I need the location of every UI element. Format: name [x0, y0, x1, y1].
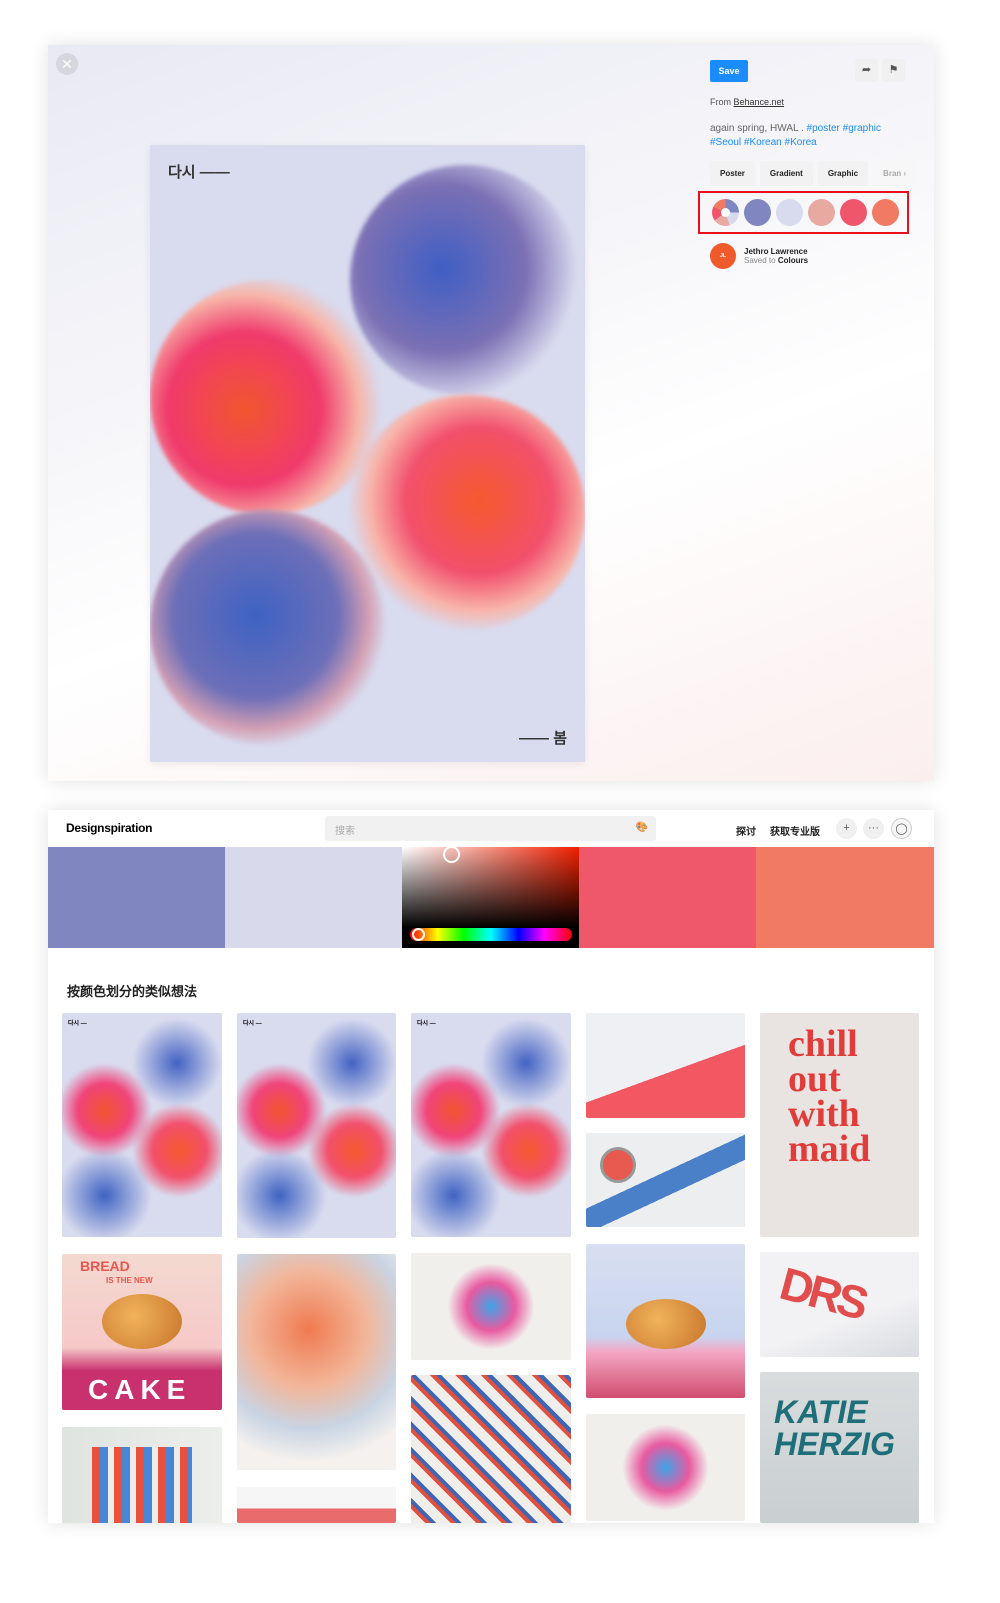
designspiration-page: Designspiration 搜索 🎨 探讨 获取专业版 + ··· ◯ 按颜色… [48, 810, 934, 1523]
tile-text: KATIE HERZIG [774, 1394, 895, 1462]
from-label: From [710, 97, 731, 107]
picker-knob[interactable] [443, 846, 460, 863]
tile-text: BREAD [80, 1258, 130, 1274]
user-avatar-icon[interactable]: ◯ [891, 818, 912, 839]
tile-text: IS THE NEW [106, 1276, 153, 1285]
description-text: again spring, HWAL . [710, 123, 804, 134]
color-strip[interactable] [225, 847, 402, 948]
image-tile[interactable] [586, 1133, 745, 1227]
color-strip[interactable] [48, 847, 225, 948]
poster-image: 다시 —— —— 봄 [150, 145, 585, 762]
saved-by: JL Jethro Lawrence Saved to Colours [710, 243, 808, 269]
image-tile[interactable] [237, 1487, 396, 1523]
image-tile[interactable] [411, 1375, 571, 1523]
source-line: From Behance.net [710, 97, 784, 107]
chip-brand[interactable]: Bran › [873, 161, 917, 186]
hashtags[interactable]: #Seoul #Korean #Korea [710, 137, 817, 148]
image-tile[interactable]: chill out with maid [760, 1013, 919, 1237]
nav-explore[interactable]: 探讨 [736, 823, 756, 838]
image-tile[interactable]: 다시 — [237, 1013, 396, 1238]
pin-description: again spring, HWAL . #poster #graphic #Se… [710, 122, 910, 150]
palette-swatch[interactable] [744, 199, 771, 226]
color-picker[interactable] [402, 846, 579, 948]
palette-swatch[interactable] [776, 199, 803, 226]
tile-text: 다시 — [68, 1021, 87, 1027]
hashtags[interactable]: #poster #graphic [807, 123, 882, 134]
section-title: 按颜色划分的类似想法 [67, 984, 198, 999]
palette-pie-icon[interactable] [712, 199, 739, 226]
board-link[interactable]: Colours [778, 256, 808, 265]
logo[interactable]: Designspiration [66, 821, 152, 835]
color-palette [698, 191, 909, 234]
nav-get-pro[interactable]: 获取专业版 [770, 823, 820, 838]
image-tile[interactable] [586, 1244, 745, 1398]
palette-swatch[interactable] [872, 199, 899, 226]
source-link[interactable]: Behance.net [734, 97, 785, 107]
image-tile[interactable] [586, 1013, 745, 1118]
chip-gradient[interactable]: Gradient [759, 161, 813, 186]
save-button[interactable]: Save [710, 60, 748, 82]
search-input[interactable]: 搜索 🎨 [325, 816, 656, 841]
search-placeholder: 搜索 [335, 826, 355, 837]
color-strip[interactable] [579, 847, 756, 948]
flag-icon[interactable]: ⚑ [882, 59, 905, 82]
chevron-right-icon[interactable]: › [904, 169, 907, 178]
tile-text: 다시 — [417, 1021, 436, 1027]
tile-text: 다시 — [243, 1021, 262, 1027]
tile-text: CAKE [88, 1374, 192, 1405]
color-strip[interactable] [756, 847, 934, 948]
saved-prefix: Saved to [744, 256, 776, 265]
image-tile[interactable] [62, 1427, 222, 1523]
palette-icon[interactable]: 🎨 [636, 822, 648, 833]
chip-graphic[interactable]: Graphic [817, 161, 869, 186]
chip-label: Bran [883, 169, 902, 178]
image-tile[interactable]: DRS [760, 1252, 919, 1357]
palette-swatch[interactable] [840, 199, 867, 226]
tag-chips: Poster Gradient Graphic Bran › [710, 161, 917, 186]
pin-detail-card: ✕ 다시 —— —— 봄 Save ➦ ⚑ From Behance.net a… [48, 45, 934, 781]
share-arrow-icon[interactable]: ➦ [855, 59, 878, 82]
poster-bottom-text: —— 봄 [519, 730, 567, 747]
user-name[interactable]: Jethro Lawrence [744, 247, 808, 256]
image-tile[interactable] [411, 1253, 571, 1360]
close-icon[interactable]: ✕ [56, 53, 78, 75]
palette-swatch[interactable] [808, 199, 835, 226]
header: Designspiration 搜索 🎨 探讨 获取专业版 + ··· ◯ [48, 810, 934, 847]
image-tile[interactable]: 다시 — [62, 1013, 222, 1237]
image-tile[interactable]: BREAD IS THE NEW CAKE [62, 1254, 222, 1410]
poster-top-text: 다시 —— [168, 164, 230, 181]
image-tile[interactable]: 다시 — [411, 1013, 571, 1237]
image-tile[interactable] [586, 1414, 745, 1521]
hue-slider[interactable] [410, 928, 572, 941]
hue-knob[interactable] [412, 928, 425, 941]
avatar[interactable]: JL [710, 243, 736, 269]
plus-icon[interactable]: + [836, 818, 857, 839]
tile-text: chill out with maid [788, 1023, 871, 1170]
image-tile[interactable] [237, 1254, 396, 1470]
more-icon[interactable]: ··· [863, 818, 884, 839]
image-tile[interactable]: KATIE HERZIG [760, 1372, 919, 1523]
chip-poster[interactable]: Poster [710, 161, 755, 186]
